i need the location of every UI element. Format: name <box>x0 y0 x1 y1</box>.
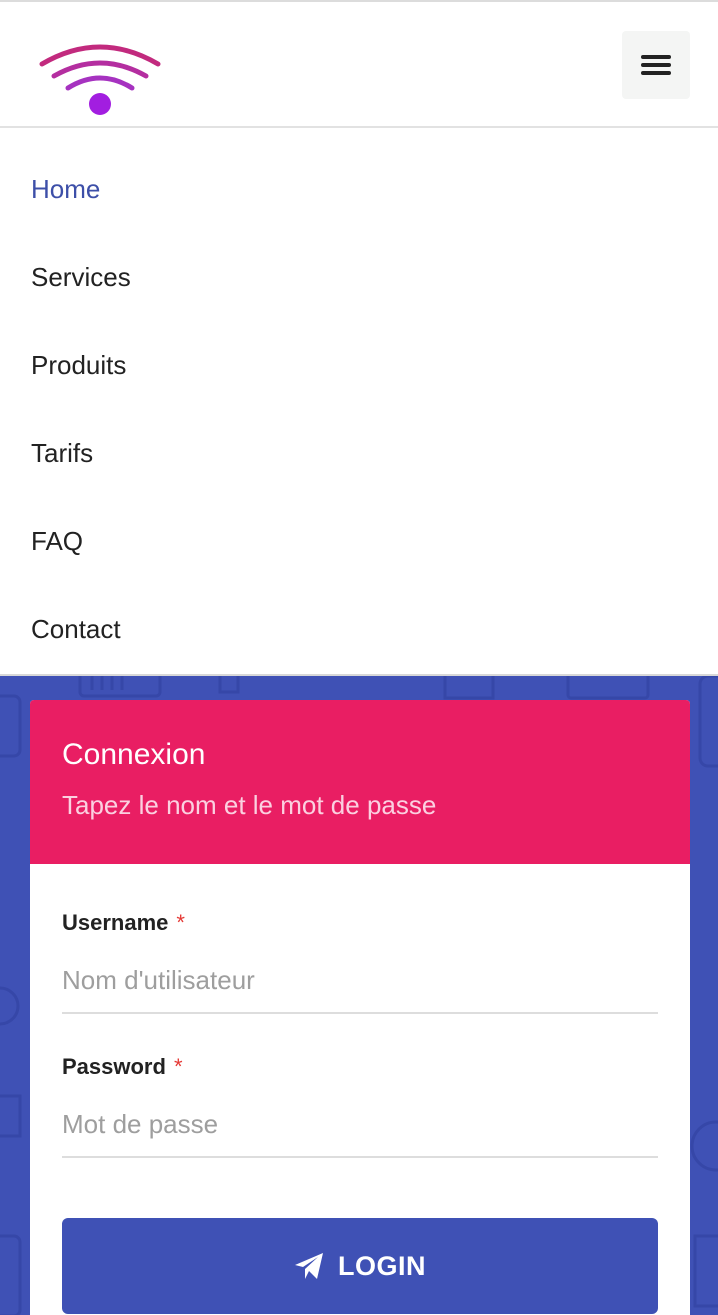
login-button[interactable]: LOGIN <box>62 1218 658 1314</box>
login-title: Connexion <box>62 738 206 771</box>
login-card-header: Connexion Tapez le nom et le mot de pass… <box>30 700 690 864</box>
hamburger-icon <box>641 55 671 75</box>
wifi-logo-icon[interactable] <box>38 38 162 118</box>
login-form: Username * Password * <box>30 864 690 1158</box>
required-asterisk: * <box>176 910 185 935</box>
nav-item-home[interactable]: Home <box>0 130 718 218</box>
main-nav: Home Services Produits Tarifs FAQ Contac… <box>0 130 718 676</box>
nav-item-contact[interactable]: Contact <box>0 570 718 658</box>
login-card: Connexion Tapez le nom et le mot de pass… <box>30 700 690 1315</box>
username-field-group: Username * <box>62 912 658 1014</box>
nav-item-produits[interactable]: Produits <box>0 306 718 394</box>
password-label: Password * <box>62 1056 658 1078</box>
required-asterisk: * <box>173 1054 183 1079</box>
password-input[interactable] <box>62 1092 658 1158</box>
password-label-text: Password <box>62 1054 166 1079</box>
nav-item-faq[interactable]: FAQ <box>0 482 718 570</box>
nav-item-services[interactable]: Services <box>0 218 718 306</box>
nav-item-tarifs[interactable]: Tarifs <box>0 394 718 482</box>
password-field-group: Password * <box>62 1056 658 1158</box>
login-button-label: LOGIN <box>338 1250 426 1281</box>
username-label-text: Username <box>62 910 169 935</box>
paper-plane-icon <box>295 1253 323 1279</box>
login-subtitle: Tapez le nom et le mot de passe <box>62 790 437 820</box>
username-input[interactable] <box>62 948 658 1014</box>
site-header <box>0 2 718 128</box>
menu-toggle-button[interactable] <box>622 31 690 99</box>
username-label: Username * <box>62 912 658 934</box>
